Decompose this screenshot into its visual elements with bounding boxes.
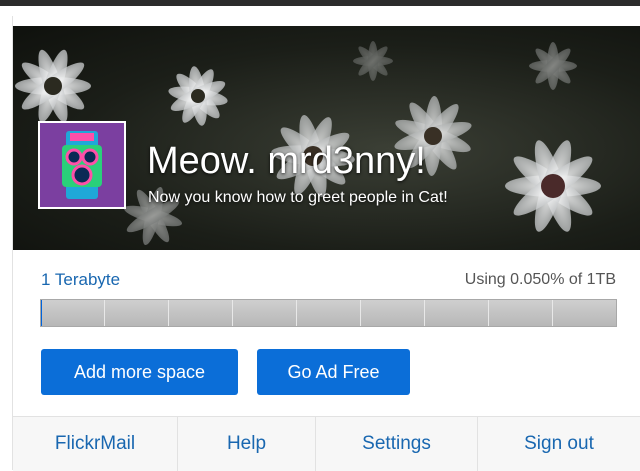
meter-segment bbox=[41, 300, 105, 326]
user-avatar[interactable] bbox=[38, 121, 126, 209]
storage-usage-text: Using 0.050% of 1TB bbox=[465, 270, 616, 290]
add-more-space-button[interactable]: Add more space bbox=[41, 349, 238, 395]
go-ad-free-button[interactable]: Go Ad Free bbox=[257, 349, 410, 395]
meter-segment bbox=[425, 300, 489, 326]
flickrmail-link[interactable]: FlickrMail bbox=[13, 417, 178, 471]
dropdown-caret bbox=[603, 6, 619, 15]
meter-segment bbox=[553, 300, 616, 326]
account-footer-nav: FlickrMail Help Settings Sign out bbox=[13, 416, 640, 471]
meter-segment bbox=[489, 300, 553, 326]
camera-icon bbox=[40, 123, 124, 207]
meter-segment bbox=[361, 300, 425, 326]
meter-segment bbox=[169, 300, 233, 326]
storage-meter bbox=[40, 299, 617, 327]
profile-greeting: Meow. mrd3nny! bbox=[147, 140, 426, 182]
sign-out-link[interactable]: Sign out bbox=[478, 417, 640, 471]
help-link[interactable]: Help bbox=[178, 417, 316, 471]
settings-link[interactable]: Settings bbox=[316, 417, 478, 471]
meter-segment bbox=[233, 300, 297, 326]
profile-cover-photo: Meow. mrd3nny! Now you know how to greet… bbox=[13, 26, 640, 250]
profile-subtitle: Now you know how to greet people in Cat! bbox=[148, 188, 448, 208]
top-nav-bar bbox=[0, 0, 640, 16]
storage-plan-link[interactable]: 1 Terabyte bbox=[41, 270, 120, 290]
meter-segment bbox=[297, 300, 361, 326]
meter-segment bbox=[105, 300, 169, 326]
account-dropdown-panel: Meow. mrd3nny! Now you know how to greet… bbox=[12, 16, 640, 470]
